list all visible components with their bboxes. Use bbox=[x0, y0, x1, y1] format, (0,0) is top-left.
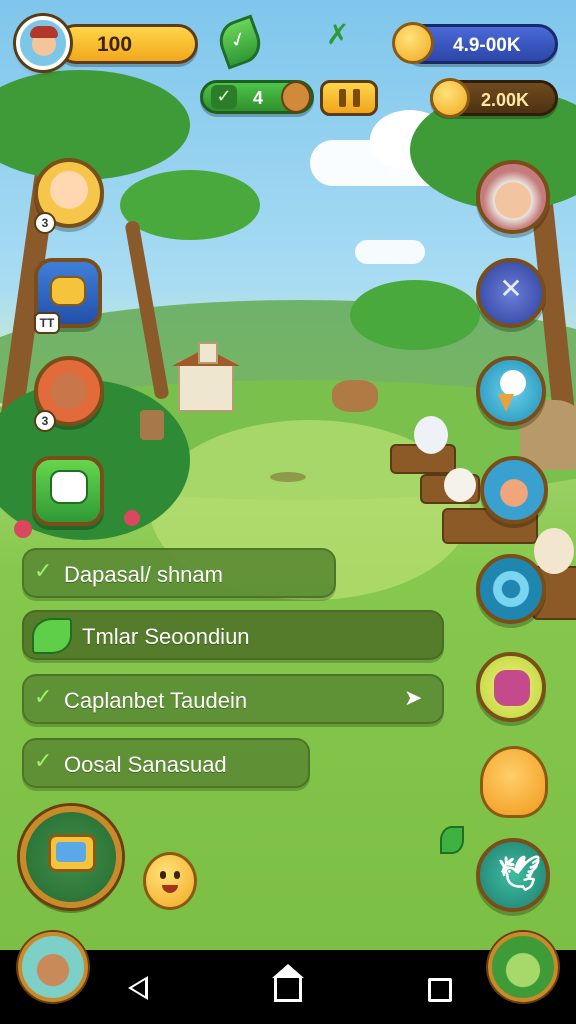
back-icon-inner bbox=[132, 980, 145, 996]
home-icon[interactable] bbox=[274, 976, 302, 1002]
gold-mascot-icon bbox=[430, 78, 470, 118]
quest-item[interactable]: ✓ Dapasal/ shnam bbox=[22, 548, 336, 598]
leaf-icon bbox=[440, 826, 464, 854]
checkmark-icon: ✓ bbox=[34, 749, 53, 774]
quest-item[interactable]: ✓ Oosal Sanasuad bbox=[22, 738, 310, 788]
gem-mascot-icon bbox=[392, 22, 434, 64]
portrait-badge: 3 bbox=[34, 212, 56, 234]
creature-icon bbox=[494, 670, 530, 706]
photo-icon bbox=[56, 842, 86, 862]
robot-button[interactable] bbox=[32, 456, 104, 526]
target-button[interactable] bbox=[476, 554, 546, 624]
checkmark-icon: ✓ bbox=[226, 25, 251, 54]
palm-leaves bbox=[120, 170, 260, 240]
coin-counter[interactable]: 100 bbox=[56, 24, 198, 64]
bird-icon: 🕊 bbox=[498, 854, 542, 894]
quest-item[interactable]: Tmlar Seoondiun bbox=[22, 610, 444, 660]
flowers bbox=[14, 520, 32, 538]
pause-button[interactable] bbox=[320, 80, 378, 116]
flowers bbox=[124, 510, 140, 526]
checkmark-icon: ✓ bbox=[34, 685, 53, 710]
ice-cream-icon bbox=[500, 370, 526, 396]
temple-tower bbox=[198, 342, 218, 364]
quest-label: Oosal Sanasuad bbox=[64, 752, 227, 777]
recents-icon[interactable] bbox=[428, 978, 452, 1002]
twitter-share-button[interactable]: 🕊 bbox=[476, 838, 550, 912]
quest-item[interactable]: ✓ Caplanbet Taudein ➤ bbox=[22, 674, 444, 724]
camera-badge: TT bbox=[34, 312, 60, 334]
signpost bbox=[140, 410, 164, 440]
mascot-mouth bbox=[162, 885, 178, 893]
checkmark-icon: ✓ bbox=[211, 85, 237, 109]
camera-icon bbox=[50, 276, 86, 306]
checkmark-icon: ✓ bbox=[34, 559, 53, 584]
arrow-right-icon[interactable]: ➤ bbox=[404, 686, 422, 711]
palm-leaves bbox=[350, 280, 480, 350]
leaf-icon[interactable]: ✗ bbox=[326, 20, 356, 50]
close-icon: ✕ bbox=[499, 272, 523, 305]
ticket-value: 4 bbox=[253, 88, 264, 108]
ice-cream-button[interactable] bbox=[476, 356, 546, 426]
palm-leaves bbox=[0, 70, 190, 180]
cloud bbox=[355, 240, 425, 264]
avatar-hair bbox=[30, 26, 58, 38]
system-nav-bar bbox=[0, 932, 576, 1024]
home-roof-icon bbox=[272, 964, 304, 978]
ticket-counter[interactable]: ✓ 4 bbox=[200, 80, 314, 114]
chat-button[interactable] bbox=[20, 806, 122, 908]
coin-value: 100 bbox=[97, 33, 133, 56]
character-portrait-robot[interactable] bbox=[480, 456, 548, 524]
temple bbox=[178, 360, 234, 412]
quest-label: Dapasal/ shnam bbox=[64, 562, 223, 587]
gem-value: 4.9-00K bbox=[453, 35, 521, 56]
profile-avatar-right[interactable] bbox=[488, 932, 558, 1002]
pet-character[interactable] bbox=[480, 746, 548, 818]
monkey-icon bbox=[281, 81, 311, 113]
mascot-eye bbox=[160, 871, 166, 879]
profile-avatar-left[interactable] bbox=[18, 932, 88, 1002]
mascot-eye bbox=[174, 871, 180, 879]
pause-icon bbox=[353, 89, 360, 107]
creature-button[interactable] bbox=[476, 652, 546, 722]
quest-label: Tmlar Seoondiun bbox=[82, 624, 250, 649]
cart-character bbox=[444, 468, 476, 502]
robot-face-icon bbox=[50, 470, 88, 504]
crossed-tools-button[interactable]: ✕ bbox=[476, 258, 546, 328]
player-avatar[interactable] bbox=[16, 16, 70, 70]
mascot-character bbox=[143, 852, 197, 910]
portrait-badge: 3 bbox=[34, 410, 56, 432]
hole bbox=[270, 472, 306, 482]
character-portrait-granny[interactable] bbox=[476, 160, 550, 234]
cone-icon bbox=[498, 394, 514, 412]
pause-icon bbox=[339, 89, 346, 107]
rock bbox=[332, 380, 378, 412]
quest-leaf-icon bbox=[32, 618, 72, 654]
quest-label: Caplanbet Taudein bbox=[64, 688, 248, 713]
gold-value: 2.00K bbox=[481, 90, 530, 110]
cart-character bbox=[534, 528, 574, 574]
cart-character bbox=[414, 416, 448, 454]
